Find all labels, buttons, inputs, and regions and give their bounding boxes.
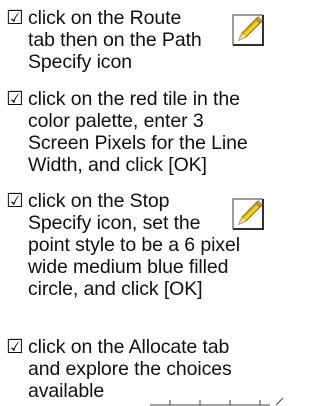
checkbox-checked-icon: ☑ [6,190,24,212]
pencil-icon [232,14,264,46]
instruction-text: click on the Route [28,7,182,29]
instruction-item: ☑ click on the Stop Specify icon, set the… [6,190,240,300]
instruction-line: tab then on the Path [28,29,202,51]
instruction-line: ☑ click on the Stop [6,190,240,212]
instruction-item: ☑ click on the Route tab then on the Path… [6,7,202,73]
instruction-item: ☑ click on the red tile in the color pale… [6,88,248,176]
instruction-text: click on the Allocate tab [28,336,230,358]
instruction-line: ☑ click on the Allocate tab [6,336,232,358]
instruction-line: ☑ click on the Route [6,7,202,29]
cropped-ruler-fragment [150,397,284,406]
instruction-line: color palette, enter 3 [28,110,204,132]
checkbox-checked-icon: ☑ [6,7,24,29]
instruction-line: circle, and click [OK] [28,278,203,300]
instruction-text: click on the red tile in the [28,88,240,110]
pencil-icon [232,198,264,230]
instruction-line: wide medium blue filled [28,256,229,278]
checkbox-checked-icon: ☑ [6,88,24,110]
instruction-line: Width, and click [OK] [28,154,207,176]
instruction-line: Specify icon [28,51,132,73]
checkbox-checked-icon: ☑ [6,336,24,358]
instruction-line: Screen Pixels for the Line [28,132,248,154]
instruction-item: ☑ click on the Allocate tab and explore t… [6,336,232,402]
instruction-text: click on the Stop [28,190,170,212]
instruction-line: ☑ click on the red tile in the [6,88,248,110]
instruction-line: Specify icon, set the [28,212,201,234]
instruction-line: and explore the choices [28,358,232,380]
instruction-line: point style to be a 6 pixel [28,234,240,256]
